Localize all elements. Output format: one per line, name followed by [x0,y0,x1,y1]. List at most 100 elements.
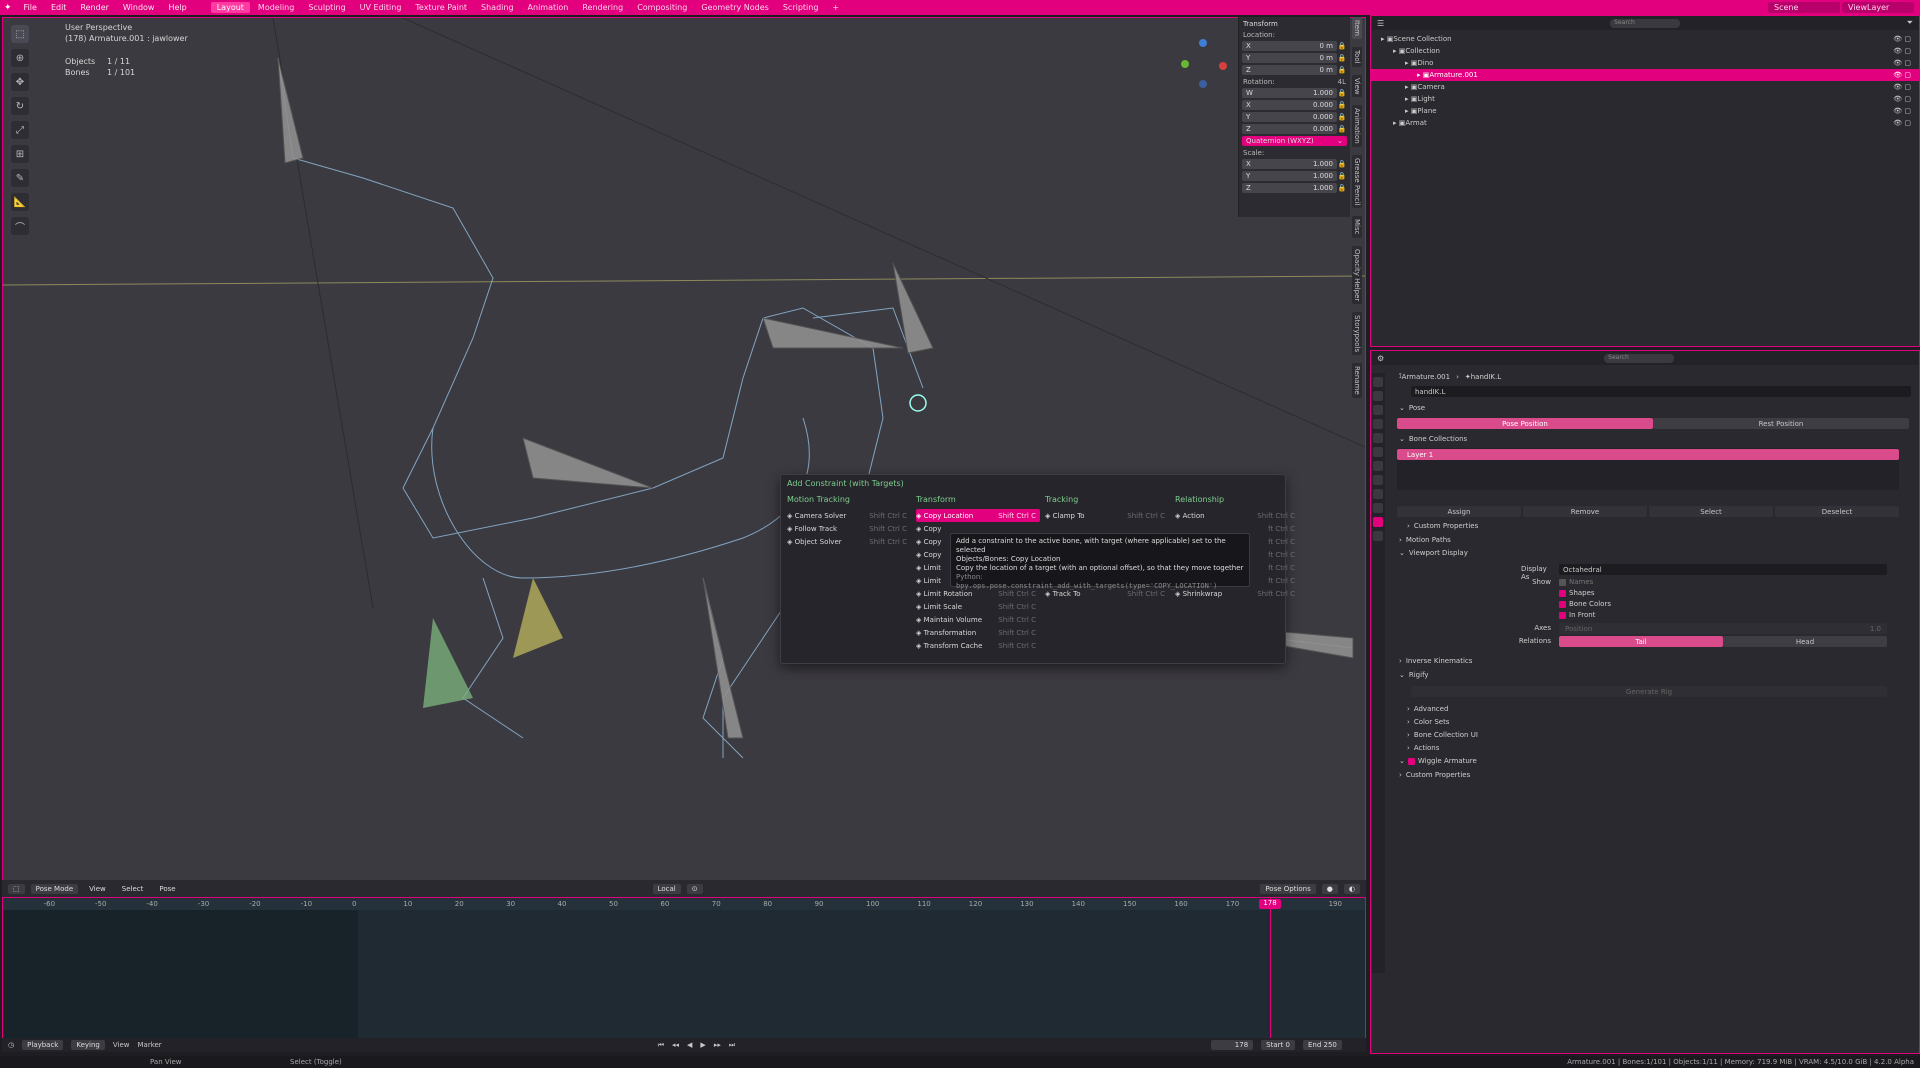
render-tab-icon[interactable] [1373,391,1383,401]
add-workspace-button[interactable]: + [826,2,845,13]
in-front-checkbox[interactable]: In Front [1559,611,1595,619]
select-box-icon[interactable]: ⬚ [11,25,29,43]
tab-grease-pencil[interactable]: Grease Pencil [1352,154,1362,209]
scene-selector[interactable]: Scene [1768,2,1840,13]
blender-logo-icon[interactable]: ✦ [4,3,12,13]
bone-tab-icon[interactable] [1373,517,1383,527]
ik-section[interactable]: › Inverse Kinematics [1399,657,1472,665]
rotation-x-field[interactable]: X 0.000 [1242,99,1337,110]
rotation-w-field[interactable]: W 1.000 [1242,87,1337,98]
play-icon[interactable]: ▶ [700,1041,705,1049]
output-tab-icon[interactable] [1373,405,1383,415]
lock-icon[interactable]: 🔒 [1337,160,1347,168]
tab-shading[interactable]: Shading [475,2,520,13]
rotation-mode-dropdown[interactable]: Quaternion (WXYZ) ⌄ [1242,135,1347,146]
tab-sculpting[interactable]: Sculpting [302,2,351,13]
annotate-icon[interactable]: ✎ [11,169,29,187]
scale-x-field[interactable]: X 1.000 [1242,158,1337,169]
scale-z-field[interactable]: Z 1.000 [1242,182,1337,193]
filter-icon[interactable]: ⏷ [1907,18,1913,28]
rigify-section[interactable]: ⌄ Rigify [1399,671,1429,679]
pose-position-button[interactable]: Pose Position [1397,418,1653,429]
tab-texture-paint[interactable]: Texture Paint [409,2,473,13]
lock-icon[interactable]: 🔒 [1337,89,1347,97]
viewlayer-selector[interactable]: ViewLayer [1842,2,1914,13]
display-as-dropdown[interactable]: Octahedral [1559,564,1887,575]
menu-pose[interactable]: Pose [154,884,180,894]
location-y-field[interactable]: Y0 m [1242,52,1337,63]
lock-icon[interactable]: 🔒 [1337,113,1347,121]
bone-collection-ui-sub[interactable]: › Bone Collection UI [1407,731,1478,739]
mode-dropdown[interactable]: Pose Mode [30,883,79,894]
location-x-field[interactable]: X0 m [1242,40,1337,51]
shapes-checkbox[interactable]: Shapes [1559,589,1595,597]
advanced-sub[interactable]: › Advanced [1407,705,1448,713]
head-button[interactable]: Head [1723,636,1887,647]
view-layer-tab-icon[interactable] [1373,419,1383,429]
editor-type-icon[interactable]: ⬚ [8,883,25,894]
bone-name-field[interactable]: handIK.L [1411,386,1911,397]
menu-file[interactable]: File [18,3,43,12]
viewport-display-section[interactable]: ⌄ Viewport Display [1399,549,1468,557]
menu-edit[interactable]: Edit [45,3,73,12]
assign-button[interactable]: Assign [1397,506,1521,517]
pose-options-button[interactable]: Pose Options [1260,883,1316,894]
marker-menu[interactable]: Marker [137,1041,161,1049]
move-icon[interactable]: ✥ [11,73,29,91]
tab-item[interactable]: Item [1352,17,1362,39]
outliner-row[interactable]: ▸ ▣ Camera 👁 ▢ [1371,81,1919,93]
clock-icon[interactable]: ◷ [8,1041,14,1049]
visibility-icon[interactable]: 👁 ▢ [1893,107,1911,115]
playhead[interactable] [1270,898,1271,1049]
visibility-icon[interactable]: 👁 ▢ [1893,119,1911,127]
world-tab-icon[interactable] [1373,447,1383,457]
outliner-search-input[interactable]: Search [1610,18,1681,28]
current-frame-field[interactable]: 178 [1211,1040,1254,1050]
outliner-editor-icon[interactable]: ☰ [1377,19,1384,28]
pose-section[interactable]: ⌄ Pose [1399,404,1425,412]
menu-render[interactable]: Render [74,3,114,12]
menu-item[interactable]: ◈ Camera Solver Shift Ctrl C [787,509,911,522]
location-z-field[interactable]: Z0 m [1242,64,1337,75]
lock-icon[interactable]: 🔒 [1337,42,1347,50]
menu-item[interactable]: ◈ Copy Location Shift Ctrl C [916,509,1040,522]
outliner-row[interactable]: ▸ ▣ Light 👁 ▢ [1371,93,1919,105]
visibility-icon[interactable]: 👁 ▢ [1893,47,1911,55]
tail-button[interactable]: Tail [1559,636,1723,647]
color-sets-sub[interactable]: › Color Sets [1407,718,1449,726]
generate-rig-button[interactable]: Generate Rig [1411,686,1887,697]
menu-item[interactable]: ◈ Limit Scale Shift Ctrl C [916,600,1040,613]
start-frame-field[interactable]: Start 0 [1261,1040,1295,1050]
outliner-row[interactable]: ▸ ▣ Armat 👁 ▢ [1371,117,1919,129]
menu-item[interactable]: ◈ Maintain Volume Shift Ctrl C [916,613,1040,626]
visibility-icon[interactable]: 👁 ▢ [1893,83,1911,91]
tab-compositing[interactable]: Compositing [631,2,693,13]
motion-paths-section[interactable]: › Motion Paths [1399,536,1451,544]
lock-icon[interactable]: 🔒 [1337,101,1347,109]
bend-icon[interactable]: ⌒ [11,217,29,235]
menu-item[interactable]: ◈ Follow Track Shift Ctrl C [787,522,911,535]
playhead-frame-badge[interactable]: 178 [1259,899,1281,909]
custom-properties-section[interactable]: › Custom Properties [1399,771,1470,779]
visibility-icon[interactable]: 👁 ▢ [1893,95,1911,103]
keying-dropdown[interactable]: Keying [71,1040,105,1050]
lock-icon[interactable]: 🔒 [1337,172,1347,180]
rest-position-button[interactable]: Rest Position [1653,418,1909,429]
outliner-row[interactable]: ▸ ▣ Collection 👁 ▢ [1371,45,1919,57]
shading-material-icon[interactable]: ◐ [1343,883,1360,894]
jump-start-icon[interactable]: ⏮ [658,1041,664,1050]
lock-icon[interactable]: 🔒 [1337,125,1347,133]
outliner-row[interactable]: ▸ ▣ Armature.001 👁 ▢ [1371,69,1919,81]
play-reverse-icon[interactable]: ◀ [687,1041,692,1049]
menu-window[interactable]: Window [117,3,161,12]
custom-properties-sub[interactable]: › Custom Properties [1407,522,1478,530]
menu-item[interactable]: ◈ Clamp To Shift Ctrl C [1045,509,1169,522]
object-tab-icon[interactable] [1373,461,1383,471]
select-button[interactable]: Select [1649,506,1773,517]
visibility-icon[interactable]: 👁 ▢ [1893,35,1911,43]
outliner-row[interactable]: ▸ ▣ Dino 👁 ▢ [1371,57,1919,69]
rotate-icon[interactable]: ↻ [11,97,29,115]
tab-geometry-nodes[interactable]: Geometry Nodes [695,2,774,13]
tab-scripting[interactable]: Scripting [777,2,825,13]
lock-icon[interactable]: 🔒 [1337,184,1347,192]
